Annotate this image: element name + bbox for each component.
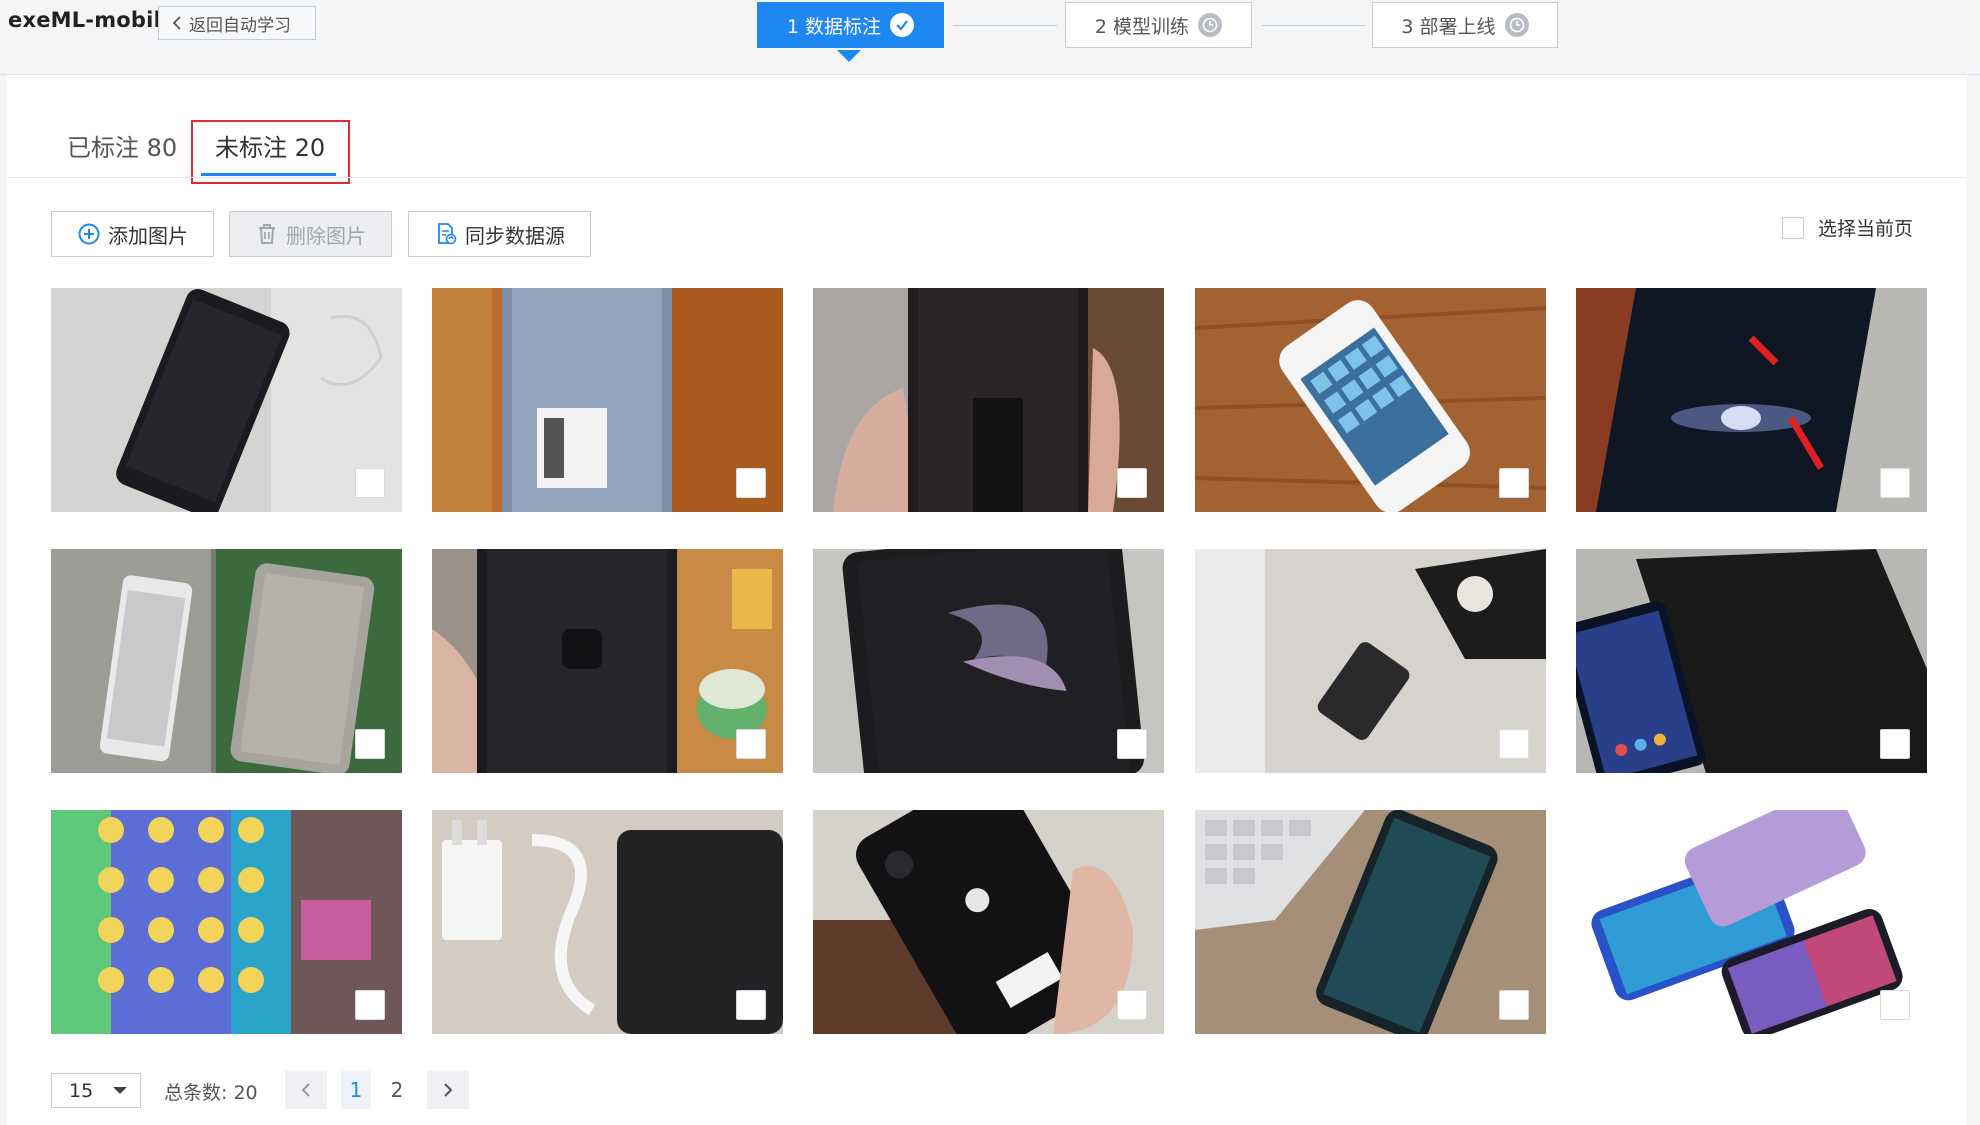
step-data-labeling[interactable]: 1 数据标注 [757, 2, 944, 48]
page-1-button[interactable]: 1 [341, 1071, 371, 1109]
clock-icon [1198, 13, 1223, 37]
page-size-value: 15 [69, 1079, 94, 1102]
image-select-checkbox[interactable] [1117, 729, 1147, 759]
sync-document-icon [438, 223, 457, 245]
phone-photo-icon [432, 810, 783, 1034]
step-label: 1 数据标注 [786, 15, 882, 38]
image-tile[interactable] [1195, 549, 1546, 773]
delete-image-label: 删除图片 [286, 223, 366, 248]
plus-circle-icon [78, 223, 100, 245]
app-title: exeML-mobil [8, 8, 161, 32]
add-image-button[interactable]: 添加图片 [51, 211, 214, 257]
delete-image-button[interactable]: 删除图片 [229, 211, 392, 257]
top-bar: exeML-mobil 返回自动学习 1 数据标注 2 模型训练 3 部署上线 [0, 0, 1980, 75]
clock-icon [1504, 13, 1529, 37]
total-count: 总条数: 20 [164, 1082, 258, 1104]
select-page-label: 选择当前页 [1818, 218, 1914, 240]
phone-photo-icon [1576, 549, 1927, 773]
image-tile[interactable] [432, 549, 783, 773]
image-tile[interactable] [51, 288, 402, 512]
phone-photo-icon [1195, 288, 1546, 512]
image-select-checkbox[interactable] [736, 729, 766, 759]
image-select-checkbox[interactable] [355, 990, 385, 1020]
phone-photo-icon [432, 288, 783, 512]
image-select-checkbox[interactable] [1880, 990, 1910, 1020]
page-size-select[interactable]: 15 [51, 1073, 141, 1108]
chevron-left-icon [301, 1083, 310, 1097]
phone-photo-icon [1576, 288, 1927, 512]
image-tile[interactable] [813, 810, 1164, 1034]
trash-icon [259, 224, 275, 244]
phone-photo-icon [51, 549, 402, 773]
image-tile[interactable] [813, 549, 1164, 773]
image-select-checkbox[interactable] [355, 729, 385, 759]
image-tile[interactable] [1576, 549, 1927, 773]
tab-labeled[interactable]: 已标注 80 [67, 128, 177, 163]
image-select-checkbox[interactable] [1117, 990, 1147, 1020]
image-tile[interactable] [813, 288, 1164, 512]
image-select-checkbox[interactable] [736, 468, 766, 498]
sync-data-source-label: 同步数据源 [465, 223, 565, 248]
add-image-label: 添加图片 [108, 223, 188, 248]
check-circle-icon [890, 13, 915, 37]
step-label: 3 部署上线 [1401, 15, 1496, 38]
image-select-checkbox[interactable] [355, 468, 385, 498]
step-model-training[interactable]: 2 模型训练 [1065, 2, 1252, 48]
phone-photo-icon [1195, 810, 1546, 1034]
image-tile[interactable] [1576, 810, 1927, 1034]
page-2-button[interactable]: 2 [377, 1071, 417, 1109]
chevron-left-icon [172, 16, 181, 30]
phone-photo-icon [432, 549, 783, 773]
select-current-page[interactable]: 选择当前页 [1782, 214, 1913, 241]
chevron-down-icon [113, 1087, 128, 1094]
chevron-right-icon [444, 1083, 453, 1097]
phone-photo-icon [51, 810, 402, 1034]
step-connector [953, 25, 1057, 26]
image-tile[interactable] [51, 549, 402, 773]
back-to-auto-learning-button[interactable]: 返回自动学习 [158, 6, 316, 40]
active-step-pointer [837, 50, 861, 62]
phone-photo-icon [813, 549, 1164, 773]
image-select-checkbox[interactable] [1880, 729, 1910, 759]
image-select-checkbox[interactable] [1499, 729, 1529, 759]
image-select-checkbox[interactable] [1880, 468, 1910, 498]
image-select-checkbox[interactable] [1117, 468, 1147, 498]
image-tile[interactable] [51, 810, 402, 1034]
phone-photo-icon [1576, 810, 1927, 1034]
step-deploy[interactable]: 3 部署上线 [1372, 2, 1558, 48]
image-tile[interactable] [432, 810, 783, 1034]
back-button-label: 返回自动学习 [189, 15, 291, 36]
image-select-checkbox[interactable] [1499, 468, 1529, 498]
phone-photo-icon [813, 810, 1164, 1034]
image-tile[interactable] [432, 288, 783, 512]
step-label: 2 模型训练 [1094, 15, 1190, 38]
phone-photo-icon [51, 288, 402, 512]
phone-photo-icon [1195, 549, 1546, 773]
image-select-checkbox[interactable] [736, 990, 766, 1020]
sync-data-source-button[interactable]: 同步数据源 [408, 211, 591, 257]
image-tile[interactable] [1576, 288, 1927, 512]
tabs-divider [7, 177, 1966, 178]
step-connector [1262, 25, 1366, 26]
phone-photo-icon [813, 288, 1164, 512]
image-tile[interactable] [1195, 288, 1546, 512]
select-page-checkbox[interactable] [1782, 216, 1804, 239]
prev-page-button[interactable] [285, 1071, 327, 1109]
image-tile[interactable] [1195, 810, 1546, 1034]
active-tab-indicator [201, 173, 336, 176]
image-select-checkbox[interactable] [1499, 990, 1529, 1020]
next-page-button[interactable] [427, 1071, 469, 1109]
